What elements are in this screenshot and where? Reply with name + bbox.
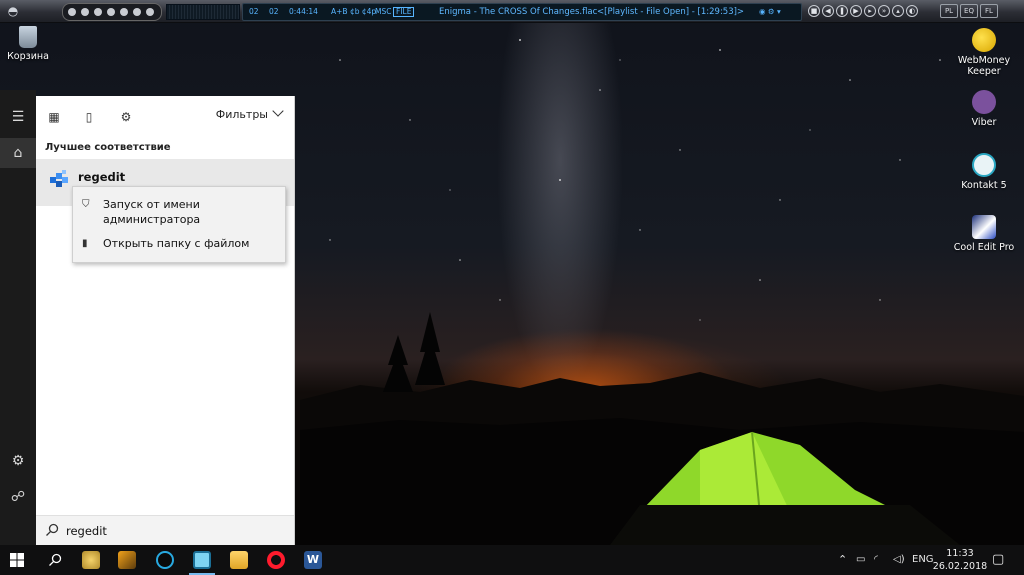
user-feedback-icon[interactable]: ☍: [0, 482, 36, 512]
taskbar-app-active-window[interactable]: [185, 545, 219, 575]
language-indicator[interactable]: ENG: [912, 545, 934, 575]
taskbar-app-paint[interactable]: [74, 545, 108, 575]
search-icon: [46, 523, 59, 536]
fast-forward-icon[interactable]: »: [878, 5, 890, 17]
hamburger-menu-icon[interactable]: ☰: [0, 102, 36, 132]
taskbar-app-opera[interactable]: [259, 545, 293, 575]
wifi-icon[interactable]: ◜: [874, 545, 878, 575]
display-mode: MSC: [375, 7, 392, 16]
folder-icon: ▮: [82, 238, 88, 249]
kontakt-icon: [972, 153, 996, 177]
media-player-bar: ◓ 02 02 0:44:14 A+B ¢b ¢4p MSC FILE Enig…: [0, 0, 1024, 23]
opera-icon: [267, 551, 285, 569]
filters-dropdown[interactable]: Фильтры: [215, 105, 284, 121]
cool-edit-icon: [972, 215, 996, 239]
kontakt-icon: [156, 551, 174, 569]
previous-icon[interactable]: ◀: [822, 5, 834, 17]
playlist-button[interactable]: PL: [940, 4, 958, 18]
search-box[interactable]: regedit: [36, 515, 294, 546]
filters-label: Фильтры: [215, 108, 268, 121]
word-icon: W: [304, 551, 322, 569]
volume-icon[interactable]: ◐: [906, 5, 918, 17]
start-button[interactable]: [0, 545, 34, 575]
search-icon: [49, 553, 62, 566]
display-flags: A+B ¢b ¢4p: [331, 7, 377, 16]
player-window-buttons: PL EQ FL: [940, 3, 1020, 19]
menu-item-label: Запуск от имени администратора: [103, 198, 201, 226]
action-center-notification-icon[interactable]: ▢: [992, 545, 1004, 575]
desktop-icon-recycle-bin[interactable]: Корзина: [0, 26, 63, 62]
display-counter-1: 02: [249, 7, 259, 16]
search-input[interactable]: regedit: [66, 524, 107, 538]
settings-gear-icon[interactable]: ⚙: [0, 446, 36, 476]
desktop-icon-label: WebMoney Keeper: [957, 55, 1011, 77]
app-window-icon: [193, 551, 211, 569]
taskbar: W ⌃ ▭ ◜ ◁) ENG 11:33 26.02.2018 ▢: [0, 545, 1024, 575]
taskbar-app-word[interactable]: W: [296, 545, 330, 575]
show-hidden-icons-chevron-up-icon[interactable]: ⌃: [838, 545, 847, 575]
desktop-icon-viber[interactable]: Viber: [949, 90, 1019, 128]
apps-filter-icon[interactable]: ▦: [43, 106, 65, 128]
spectrum-visualizer: [166, 4, 240, 20]
folder-icon: [230, 551, 248, 569]
clock[interactable]: 11:33 26.02.2018: [932, 547, 988, 573]
track-title: Enigma - The CROSS Of Changes.flac: [439, 7, 598, 17]
result-context-menu: ⛉ Запуск от имени администратора ▮ Откры…: [72, 186, 286, 263]
regedit-icon: [50, 170, 68, 187]
desktop-icon-label: Cool Edit Pro: [953, 242, 1015, 253]
display-time: 0:44:14: [289, 7, 318, 16]
clock-time: 11:33: [946, 548, 974, 559]
start-menu-rail: ☰ ⌂ ⚙ ☍: [0, 90, 36, 545]
volume-icon[interactable]: ◁): [893, 545, 905, 575]
settings-filter-icon[interactable]: ⚙: [115, 106, 137, 128]
desktop-icon-kontakt[interactable]: Kontakt 5: [949, 153, 1019, 191]
viber-icon: [972, 90, 996, 114]
best-match-heading: Лучшее соответствие: [45, 142, 171, 153]
player-display: 02 02 0:44:14 A+B ¢b ¢4p MSC FILE Enigma…: [242, 3, 802, 21]
chevron-down-icon: [272, 105, 284, 117]
stop-icon[interactable]: ■: [808, 5, 820, 17]
display-counter-2: 02: [269, 7, 279, 16]
desktop-icon-label: Kontakt 5: [961, 180, 1007, 191]
playlist-status: <[Playlist - File Open] - [1:29:53]>: [597, 7, 745, 17]
fruity-loops-icon: [118, 551, 136, 569]
search-results-panel: ▦ ▯ ⚙ Фильтры Лучшее соответствие regedi…: [36, 96, 295, 545]
taskbar-app-fl-studio[interactable]: [110, 545, 144, 575]
player-logo-icon[interactable]: ◓: [4, 3, 22, 19]
pause-icon[interactable]: ❚: [836, 5, 848, 17]
home-icon[interactable]: ⌂: [0, 138, 36, 168]
play-icon[interactable]: ▶: [850, 5, 862, 17]
taskbar-app-explorer[interactable]: [222, 545, 256, 575]
recycle-bin-icon: [19, 26, 37, 48]
taskbar-app-kontakt[interactable]: [148, 545, 182, 575]
display-badge: FILE: [393, 7, 415, 17]
webmoney-icon: [972, 28, 996, 52]
eject-icon[interactable]: ▴: [892, 5, 904, 17]
result-name: regedit: [78, 170, 126, 184]
menu-item-open-file-location[interactable]: ▮ Открыть папку с файлом: [73, 236, 285, 254]
file-button[interactable]: FL: [980, 4, 998, 18]
equalizer-button[interactable]: EQ: [960, 4, 978, 18]
clock-date: 26.02.2018: [932, 561, 988, 572]
menu-item-run-as-admin[interactable]: ⛉ Запуск от имени администратора: [73, 197, 285, 229]
desktop-icon-webmoney[interactable]: WebMoney Keeper: [949, 28, 1019, 77]
transport-controls: ■ ◀ ❚ ▶ ▸» ▴ ◐: [808, 3, 928, 19]
search-filter-bar: ▦ ▯ ⚙ Фильтры: [36, 96, 294, 136]
taskbar-search-button[interactable]: [38, 545, 72, 575]
documents-filter-icon[interactable]: ▯: [78, 106, 100, 128]
windows-logo-icon: [10, 553, 24, 567]
menu-item-label: Открыть папку с файлом: [103, 237, 250, 250]
player-toggle-buttons[interactable]: [62, 3, 162, 21]
battery-icon[interactable]: ▭: [856, 545, 865, 575]
shield-icon: ⛉: [82, 199, 90, 210]
palette-icon: [82, 551, 100, 569]
desktop-icon-label: Viber: [971, 117, 997, 128]
desktop-icon-cool-edit[interactable]: Cool Edit Pro: [949, 215, 1019, 253]
desktop-icon-label: Корзина: [7, 51, 49, 62]
next-icon[interactable]: ▸: [864, 5, 876, 17]
display-extra-icons[interactable]: ◉ ⚙ ▾: [759, 4, 781, 20]
